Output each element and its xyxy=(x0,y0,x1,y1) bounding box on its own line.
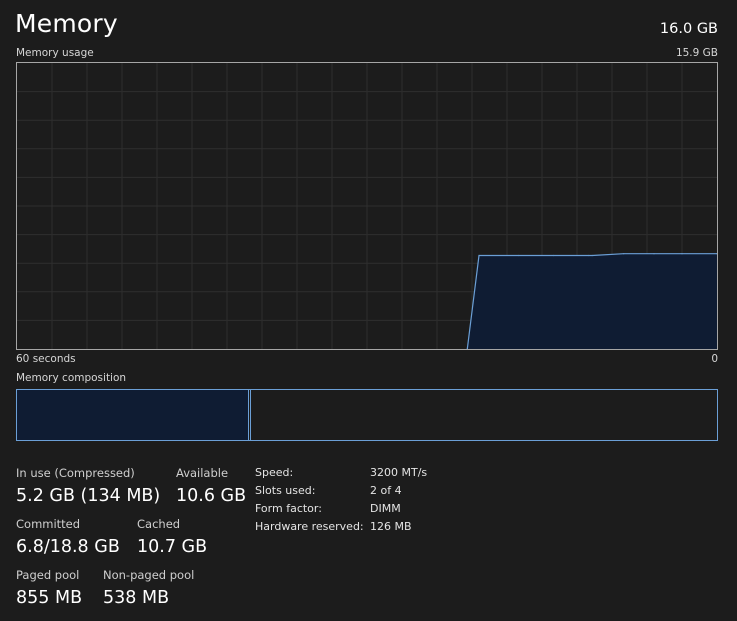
memory-usage-point xyxy=(553,254,555,257)
hardware-reserved-label: Hardware reserved: xyxy=(255,520,364,533)
memory-usage-point xyxy=(653,253,655,255)
committed-label: Committed xyxy=(16,517,81,531)
in-use-label: In use (Compressed) xyxy=(16,466,135,480)
available-label: Available xyxy=(176,466,229,480)
memory-usage-point xyxy=(478,254,480,257)
hardware-reserved-value: 126 MB xyxy=(370,520,412,533)
memory-usage-label: Memory usage xyxy=(16,47,94,59)
form-factor-label: Form factor: xyxy=(255,502,322,515)
in-use-value: 5.2 GB (134 MB) xyxy=(16,486,161,506)
total-memory-capacity: 16.0 GB xyxy=(659,21,718,37)
available-value: 10.6 GB xyxy=(176,486,247,506)
chart-x-end-label: 0 xyxy=(711,353,718,365)
memory-usage-area xyxy=(467,253,717,349)
memory-usage-point xyxy=(623,253,625,255)
paged-pool-label: Paged pool xyxy=(16,568,80,582)
memory-composition-bar[interactable] xyxy=(16,389,718,441)
non-paged-pool-value: 538 MB xyxy=(103,588,170,608)
memory-usage-point xyxy=(681,253,683,255)
cached-label: Cached xyxy=(137,517,181,531)
memory-usage-chart xyxy=(16,62,718,350)
composition-in-use-segment[interactable] xyxy=(17,390,249,440)
memory-usage-max-label: 15.9 GB xyxy=(675,47,718,59)
memory-composition-label: Memory composition xyxy=(16,372,127,384)
committed-value: 6.8/18.8 GB xyxy=(16,537,120,557)
memory-usage-point xyxy=(588,254,590,257)
slots-used-label: Slots used: xyxy=(255,484,316,497)
memory-usage-chart-svg xyxy=(17,63,717,349)
composition-modified-segment[interactable] xyxy=(248,390,251,440)
page-title: Memory xyxy=(15,9,118,38)
paged-pool-value: 855 MB xyxy=(16,588,83,608)
memory-usage-point xyxy=(518,254,520,257)
memory-usage-point xyxy=(591,254,593,257)
slots-used-value: 2 of 4 xyxy=(370,484,402,497)
non-paged-pool-label: Non-paged pool xyxy=(103,568,195,582)
speed-label: Speed: xyxy=(255,466,294,479)
speed-value: 3200 MT/s xyxy=(370,466,428,479)
cached-value: 10.7 GB xyxy=(137,537,208,557)
form-factor-value: DIMM xyxy=(370,502,401,515)
chart-x-start-label: 60 seconds xyxy=(16,353,76,365)
